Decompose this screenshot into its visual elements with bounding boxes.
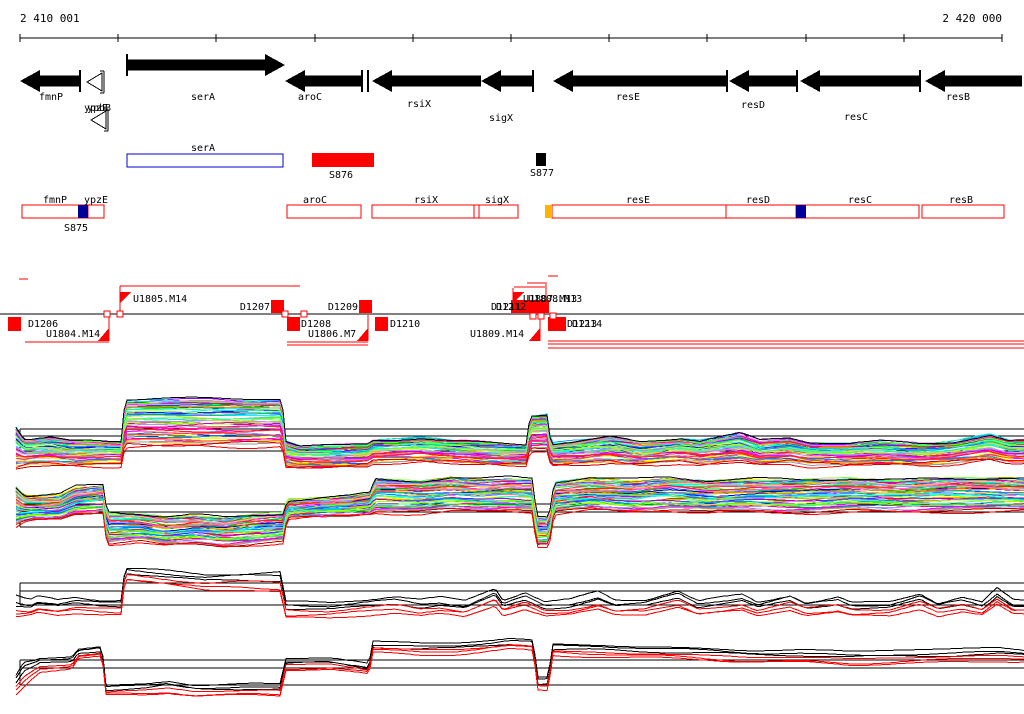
gene-arrow-outline-0[interactable] <box>86 72 103 92</box>
tu-break-marker[interactable] <box>103 310 111 318</box>
genome-browser-view: 2 410 001 2 420 000 fmnP serA aroC rsiX sigX… <box>0 0 1024 714</box>
segment-label-S876: S876 <box>329 170 353 181</box>
gene-label-serA: serA <box>191 92 215 103</box>
gene-arrow-resB[interactable] <box>925 70 1022 92</box>
annotation-marker-orange[interactable] <box>545 205 552 218</box>
annotation-marker-S875[interactable] <box>78 205 88 218</box>
annotation-box-resC[interactable] <box>795 204 920 219</box>
gene-arrow-resC[interactable] <box>800 70 920 92</box>
gene-arrow-resD[interactable] <box>729 70 797 92</box>
gene-arrow-sigX[interactable] <box>481 70 533 92</box>
tu-flag-down[interactable] <box>529 328 540 341</box>
gene-label-resE: resE <box>616 92 640 103</box>
probe-marker[interactable] <box>8 317 21 331</box>
gene-arrow-serA[interactable] <box>127 54 285 76</box>
annotation-box-rsiX[interactable] <box>371 204 475 219</box>
tu-label-D1212: D1212 <box>496 302 526 313</box>
tu-label-U1809.M14: U1809.M14 <box>470 329 524 340</box>
annotation-label-resC: resC <box>848 195 872 206</box>
gene-label-sigX: sigX <box>489 113 513 124</box>
annotation-label-ypzE: ypzE <box>84 195 108 206</box>
probe-marker[interactable] <box>287 317 300 331</box>
expression-trace-forward-mean <box>16 579 1024 619</box>
segment-S877[interactable] <box>536 153 546 166</box>
tu-label-D1207: D1207 <box>240 302 270 313</box>
tu-break-marker[interactable] <box>281 310 289 318</box>
tu-break-marker[interactable] <box>529 312 537 320</box>
annotation-box-divider[interactable] <box>473 204 480 219</box>
gene-label-aroC: aroC <box>298 92 322 103</box>
gene-arrow-resE[interactable] <box>553 70 727 92</box>
genome-browser-canvas: fmnP serA aroC rsiX sigX resE resD resC resB ypzE… <box>0 34 1024 697</box>
tu-label-U1808.M13: U1808.M13 <box>528 294 582 305</box>
segment-serA[interactable] <box>126 153 284 168</box>
tu-label-U1806.M7: U1806.M7 <box>308 329 356 340</box>
probe-marker[interactable] <box>359 300 372 313</box>
probe-marker[interactable] <box>375 317 388 331</box>
annotation-label-fmnP: fmnP <box>43 195 67 206</box>
annotation-label-resD: resD <box>746 195 770 206</box>
tu-break-marker[interactable] <box>549 312 557 320</box>
gene-label-resD: resD <box>741 100 765 111</box>
gene-label-overlap: ypbB <box>87 103 111 114</box>
annotation-label-aroC: aroC <box>303 195 327 206</box>
annotation-box-sigX[interactable] <box>478 204 519 219</box>
tu-label-U1804.M14: U1804.M14 <box>46 329 100 340</box>
annotation-box-aroC[interactable] <box>286 204 362 219</box>
gene-arrow-fmnP[interactable] <box>20 70 80 92</box>
tu-label-D1210: D1210 <box>390 319 420 330</box>
annotation-box-resB[interactable] <box>921 204 1005 219</box>
annotation-marker-label-S875: S875 <box>64 223 88 234</box>
annotation-box-resE[interactable] <box>551 204 727 219</box>
tu-break-marker[interactable] <box>116 310 124 318</box>
gene-label-rsiX: rsiX <box>407 99 431 110</box>
gene-label-resB: resB <box>946 92 970 103</box>
segment-label-serA: serA <box>191 143 215 154</box>
tu-label-D1214: D1214 <box>572 319 602 330</box>
gene-label-resC: resC <box>844 112 868 123</box>
annotation-label-rsiX: rsiX <box>414 195 438 206</box>
tu-flag[interactable] <box>120 292 131 303</box>
tu-break-marker[interactable] <box>537 312 545 320</box>
annotation-label-resB: resB <box>949 195 973 206</box>
annotation-label-sigX: sigX <box>485 195 509 206</box>
segment-label-S877: S877 <box>530 168 554 179</box>
annotation-marker-navy2[interactable] <box>796 205 806 218</box>
tu-flag-down[interactable] <box>357 328 368 341</box>
segment-S876[interactable] <box>312 153 374 167</box>
tu-break-marker[interactable] <box>300 310 308 318</box>
gene-arrow-aroC[interactable] <box>285 70 362 92</box>
expression-trace-forward-mean <box>15 568 1024 604</box>
annotation-box-resD[interactable] <box>725 204 797 219</box>
tu-label-D1209: D1209 <box>328 302 358 313</box>
annotation-box-ypzE[interactable] <box>87 204 105 219</box>
annotation-label-resE: resE <box>626 195 650 206</box>
tu-label-U1805.M14: U1805.M14 <box>133 294 187 305</box>
gene-arrow-rsiX[interactable] <box>372 70 481 92</box>
gene-label-fmnP: fmnP <box>39 92 63 103</box>
